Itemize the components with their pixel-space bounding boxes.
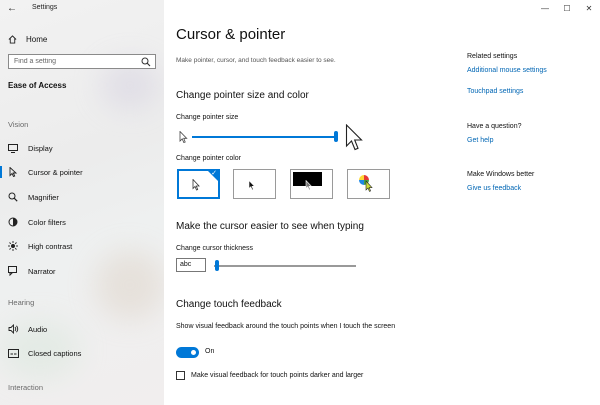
- question-header: Have a question?: [467, 123, 522, 130]
- black-pointer-icon: [248, 180, 256, 191]
- group-label-vision: Vision: [8, 120, 29, 129]
- pointer-size-slider-track[interactable]: [192, 136, 337, 138]
- sidebar-item-label: Audio: [28, 324, 48, 334]
- pointer-color-label: Change pointer color: [176, 155, 241, 162]
- pointer-size-label: Change pointer size: [176, 114, 239, 121]
- touch-section-title: Change touch feedback: [176, 299, 282, 310]
- sidebar-item-closed-captions[interactable]: Closed captions: [0, 346, 164, 360]
- checkmark-icon: ✓: [211, 170, 217, 177]
- back-arrow-icon[interactable]: ←: [7, 3, 17, 14]
- high-contrast-icon: [8, 241, 18, 251]
- inverted-pointer-icon: [305, 180, 313, 191]
- window-controls: — ☐ ✕: [534, 0, 600, 16]
- additional-mouse-settings-link[interactable]: Additional mouse settings: [467, 67, 547, 74]
- app-title: Settings: [32, 4, 58, 11]
- monitor-icon: [8, 143, 18, 153]
- windows-better-header: Make Windows better: [467, 171, 535, 178]
- custom-pointer-option[interactable]: [347, 169, 390, 199]
- minimize-button[interactable]: —: [534, 0, 556, 16]
- sidebar-item-magnifier[interactable]: Magnifier: [0, 190, 164, 204]
- audio-icon: [8, 324, 18, 334]
- get-help-link[interactable]: Get help: [467, 137, 493, 144]
- color-wheel-icon: [359, 175, 373, 192]
- sidebar-item-high-contrast[interactable]: High contrast: [0, 239, 164, 253]
- sidebar-item-label: Closed captions: [28, 348, 82, 358]
- closed-captions-icon: [7, 348, 19, 358]
- sidebar-item-audio[interactable]: Audio: [0, 322, 164, 336]
- pointer-section-title: Change pointer size and color: [176, 90, 309, 101]
- related-settings-header: Related settings: [467, 53, 518, 60]
- touch-feedback-label: Show visual feedback around the touch po…: [176, 323, 396, 330]
- main-content: — ☐ ✕ Cursor & pointer Make pointer, cur…: [164, 0, 600, 405]
- page-description: Make pointer, cursor, and touch feedback…: [176, 57, 336, 64]
- white-pointer-icon: [192, 179, 200, 191]
- group-label-interaction: Interaction: [8, 383, 44, 392]
- sidebar-item-label: Display: [28, 143, 53, 153]
- cursor-thickness-label: Change cursor thickness: [176, 245, 254, 252]
- large-pointer-icon: [345, 124, 363, 151]
- white-pointer-option[interactable]: ✓: [177, 169, 220, 199]
- page-title: Cursor & pointer: [176, 26, 286, 43]
- home-label: Home: [26, 34, 48, 44]
- inverted-pointer-option[interactable]: [290, 169, 333, 199]
- small-pointer-icon: [179, 131, 188, 144]
- touchpad-settings-link[interactable]: Touchpad settings: [467, 88, 523, 95]
- color-filters-icon: [8, 217, 18, 227]
- sidebar-item-label: Color filters: [28, 217, 66, 227]
- search-input[interactable]: [9, 55, 142, 68]
- group-label-hearing: Hearing: [8, 298, 35, 307]
- sidebar-item-display[interactable]: Display: [0, 141, 164, 155]
- sidebar-item-label: Narrator: [28, 266, 56, 276]
- darker-feedback-checkbox[interactable]: [176, 371, 185, 380]
- narrator-icon: [8, 266, 17, 276]
- black-pointer-option[interactable]: [233, 169, 276, 199]
- darker-feedback-label: Make visual feedback for touch points da…: [191, 372, 364, 379]
- sidebar-item-cursor-pointer[interactable]: Cursor & pointer: [0, 165, 164, 179]
- sidebar-item-label: High contrast: [28, 241, 73, 251]
- sidebar: ← Settings Home Ease of Access Vision Di…: [0, 0, 164, 405]
- pointer-size-slider-thumb[interactable]: [333, 131, 338, 142]
- backdrop-blob: [95, 250, 164, 320]
- touch-feedback-toggle[interactable]: [176, 347, 199, 358]
- cursor-thickness-slider-track[interactable]: [214, 265, 356, 267]
- sidebar-item-color-filters[interactable]: Color filters: [0, 215, 164, 229]
- toggle-state-label: On: [205, 348, 215, 355]
- give-feedback-link[interactable]: Give us feedback: [467, 185, 521, 192]
- sidebar-item-label: Cursor & pointer: [28, 167, 83, 177]
- close-button[interactable]: ✕: [578, 0, 600, 16]
- home-icon: [8, 34, 17, 44]
- home-nav-item[interactable]: Home: [8, 33, 47, 45]
- title-bar: ← Settings: [0, 0, 164, 18]
- search-icon[interactable]: [141, 57, 151, 67]
- magnifier-icon: [8, 192, 18, 202]
- maximize-button[interactable]: ☐: [556, 0, 578, 16]
- sidebar-item-narrator[interactable]: Narrator: [0, 264, 164, 278]
- cursor-icon: [9, 167, 17, 177]
- sidebar-item-label: Magnifier: [28, 192, 59, 202]
- section-heading: Ease of Access: [8, 81, 67, 90]
- cursor-thickness-slider-thumb[interactable]: [214, 260, 219, 271]
- cursor-section-title: Make the cursor easier to see when typin…: [176, 221, 364, 232]
- search-box[interactable]: [8, 54, 156, 69]
- cursor-thickness-preview: abc: [176, 258, 206, 272]
